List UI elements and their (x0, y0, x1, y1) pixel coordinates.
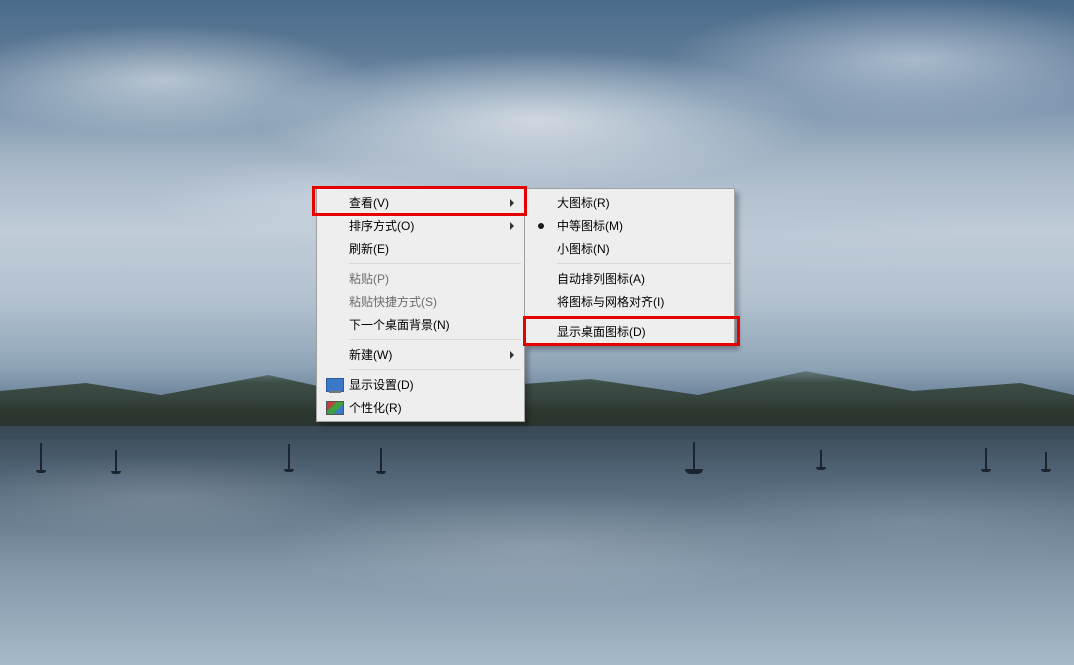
menu-personalize-label: 个性化(R) (349, 399, 402, 416)
submenu-medium-icons-label: 中等图标(M) (557, 217, 623, 234)
submenu-show-desktop-icons[interactable]: 显示桌面图标(D) (527, 320, 732, 343)
wallpaper-boat (380, 448, 382, 472)
menu-sort-label: 排序方式(O) (349, 217, 414, 234)
menu-separator (557, 263, 731, 264)
submenu-medium-icons[interactable]: 中等图标(M) (527, 214, 732, 237)
submenu-show-desktop-icons-label: 显示桌面图标(D) (557, 323, 646, 340)
personalize-icon (326, 401, 344, 415)
menu-new-label: 新建(W) (349, 346, 392, 363)
menu-view[interactable]: 查看(V) (319, 191, 522, 214)
desktop-context-menu: 查看(V) 排序方式(O) 刷新(E) 粘贴(P) 粘贴快捷方式(S) 下一个桌… (316, 188, 525, 422)
wallpaper-reflection (0, 426, 1074, 665)
menu-next-background[interactable]: 下一个桌面背景(N) (319, 313, 522, 336)
menu-paste-shortcut: 粘贴快捷方式(S) (319, 290, 522, 313)
menu-refresh-label: 刷新(E) (349, 240, 389, 257)
menu-sort[interactable]: 排序方式(O) (319, 214, 522, 237)
menu-separator (557, 316, 731, 317)
submenu-large-icons-label: 大图标(R) (557, 194, 610, 211)
selected-bullet-icon (538, 223, 544, 229)
menu-display-settings[interactable]: 显示设置(D) (319, 373, 522, 396)
submenu-small-icons[interactable]: 小图标(N) (527, 237, 732, 260)
menu-next-background-label: 下一个桌面背景(N) (349, 316, 450, 333)
submenu-align-grid[interactable]: 将图标与网格对齐(I) (527, 290, 732, 313)
menu-separator (349, 369, 521, 370)
submenu-arrow-icon (510, 199, 514, 207)
submenu-large-icons[interactable]: 大图标(R) (527, 191, 732, 214)
wallpaper-boat (820, 450, 822, 468)
submenu-align-grid-label: 将图标与网格对齐(I) (557, 293, 664, 310)
menu-paste: 粘贴(P) (319, 267, 522, 290)
wallpaper-boat (115, 450, 117, 472)
submenu-auto-arrange-label: 自动排列图标(A) (557, 270, 645, 287)
display-settings-icon (326, 378, 344, 392)
view-submenu: 大图标(R) 中等图标(M) 小图标(N) 自动排列图标(A) 将图标与网格对齐… (524, 188, 735, 346)
menu-refresh[interactable]: 刷新(E) (319, 237, 522, 260)
wallpaper-boat (40, 443, 42, 471)
menu-paste-label: 粘贴(P) (349, 270, 389, 287)
wallpaper-boat (985, 448, 987, 470)
menu-new[interactable]: 新建(W) (319, 343, 522, 366)
wallpaper-boat (1045, 452, 1047, 470)
submenu-auto-arrange[interactable]: 自动排列图标(A) (527, 267, 732, 290)
wallpaper-boat (288, 444, 290, 470)
menu-paste-shortcut-label: 粘贴快捷方式(S) (349, 293, 437, 310)
menu-separator (349, 263, 521, 264)
wallpaper-boat (693, 442, 695, 472)
submenu-small-icons-label: 小图标(N) (557, 240, 610, 257)
submenu-arrow-icon (510, 351, 514, 359)
menu-display-settings-label: 显示设置(D) (349, 376, 414, 393)
menu-separator (349, 339, 521, 340)
menu-view-label: 查看(V) (349, 194, 389, 211)
menu-personalize[interactable]: 个性化(R) (319, 396, 522, 419)
submenu-arrow-icon (510, 222, 514, 230)
